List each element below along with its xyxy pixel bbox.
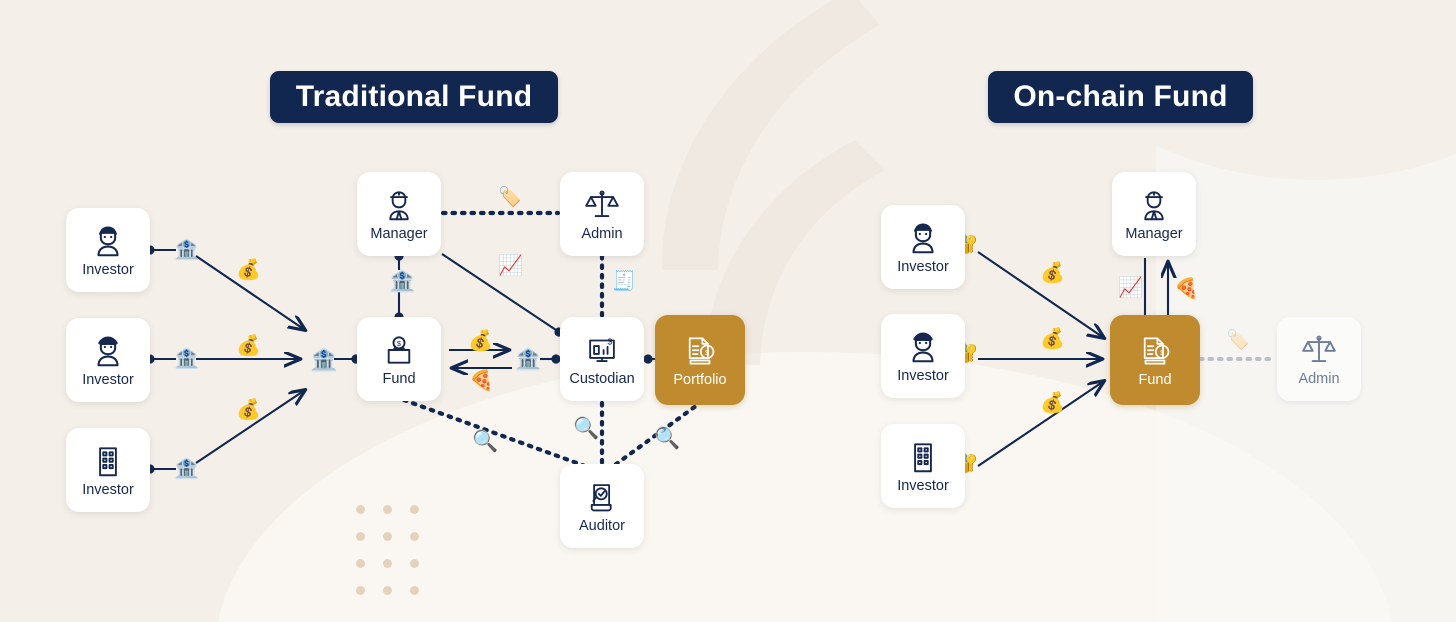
- node-investor-right-3[interactable]: Investor: [881, 424, 965, 508]
- node-investor-right-1-label: Investor: [897, 259, 949, 276]
- node-custodian-label: Custodian: [569, 371, 635, 388]
- node-investor-3[interactable]: Investor: [66, 428, 150, 512]
- node-investor-3-label: Investor: [82, 482, 134, 499]
- scales-icon: [585, 190, 619, 218]
- bank-hub-emoji: 🏦: [310, 347, 338, 372]
- node-admin-left[interactable]: Admin: [560, 172, 644, 256]
- node-admin-left-label: Admin: [581, 226, 623, 243]
- node-fund-right-label: Fund: [1138, 372, 1172, 389]
- pizza-emoji: 🍕: [1174, 278, 1199, 300]
- magnifying-glass-emoji: 🔍: [472, 430, 499, 453]
- node-manager-right-label: Manager: [1125, 226, 1183, 243]
- diagram-canvas: Traditional Fund Investor Investor Inves…: [0, 0, 1456, 622]
- person-icon: [97, 226, 119, 257]
- person-icon: [97, 336, 119, 367]
- portfolio-icon: $: [1143, 337, 1170, 365]
- building-icon: [914, 443, 932, 473]
- panel-title-onchain-label: On-chain Fund: [1013, 80, 1228, 113]
- node-investor-right-1[interactable]: Investor: [881, 205, 965, 289]
- svg-text:$: $: [705, 349, 709, 357]
- bank-emoji: 🏦: [174, 458, 199, 480]
- monitor-chart-icon: $: [589, 337, 615, 363]
- node-manager-right[interactable]: Manager: [1112, 172, 1196, 256]
- manager-icon: [1144, 191, 1164, 221]
- node-investor-1-label: Investor: [82, 262, 134, 279]
- bank-emoji: 🏦: [389, 270, 416, 293]
- receipt-emoji: 🧾: [612, 271, 636, 292]
- bank-emoji: 🏦: [515, 348, 542, 371]
- money-bag-emoji: 💰: [1040, 262, 1065, 284]
- node-investor-2[interactable]: Investor: [66, 318, 150, 402]
- portfolio-icon: $: [688, 337, 715, 365]
- node-admin-right-label: Admin: [1298, 371, 1340, 388]
- svg-text:$: $: [397, 340, 401, 348]
- bank-emoji: 🏦: [174, 348, 199, 370]
- fund-box-icon: $: [387, 336, 411, 364]
- magnifying-glass-emoji: 🔍: [654, 427, 681, 450]
- node-fund-right[interactable]: $ Fund: [1110, 315, 1200, 405]
- node-auditor-label: Auditor: [579, 518, 625, 535]
- node-portfolio-label: Portfolio: [673, 372, 727, 389]
- node-admin-right[interactable]: Admin: [1277, 317, 1361, 401]
- node-fund-left[interactable]: $ Fund: [357, 317, 441, 401]
- scales-icon: [1302, 335, 1336, 363]
- money-bag-emoji: 💰: [236, 259, 261, 281]
- svg-text:$: $: [1160, 349, 1164, 357]
- money-bag-emoji: 💰: [236, 335, 261, 357]
- label-tag-emoji: 🏷️: [498, 187, 522, 208]
- person-icon: [912, 332, 934, 363]
- chart-increasing-emoji: 📈: [1118, 277, 1143, 299]
- money-bag-emoji: 💰: [1040, 392, 1065, 414]
- node-manager-left[interactable]: Manager: [357, 172, 441, 256]
- node-investor-right-2[interactable]: Investor: [881, 314, 965, 398]
- bank-emoji: 🏦: [174, 239, 199, 261]
- panel-title-traditional-label: Traditional Fund: [295, 80, 533, 113]
- node-portfolio[interactable]: $ Portfolio: [655, 315, 745, 405]
- panel-title-traditional: Traditional Fund: [270, 71, 558, 123]
- person-icon: [912, 223, 934, 254]
- label-tag-emoji: 🏷️: [1226, 330, 1250, 351]
- building-icon: [99, 447, 117, 477]
- chart-increasing-emoji: 📈: [498, 255, 523, 277]
- node-custodian[interactable]: $ Custodian: [560, 317, 644, 401]
- node-fund-left-label: Fund: [382, 371, 416, 388]
- magnifying-glass-emoji: 🔍: [573, 417, 600, 440]
- node-investor-right-3-label: Investor: [897, 478, 949, 495]
- auditor-icon: [590, 484, 612, 512]
- panel-title-onchain: On-chain Fund: [988, 71, 1253, 123]
- money-bag-emoji: 💰: [468, 330, 493, 352]
- money-bag-emoji: 💰: [1040, 328, 1065, 350]
- pizza-emoji: 🍕: [469, 370, 494, 392]
- node-manager-left-label: Manager: [370, 226, 428, 243]
- manager-icon: [389, 191, 409, 221]
- svg-text:$: $: [607, 337, 612, 347]
- node-investor-1[interactable]: Investor: [66, 208, 150, 292]
- node-investor-2-label: Investor: [82, 372, 134, 389]
- money-bag-emoji: 💰: [236, 399, 261, 421]
- node-auditor[interactable]: Auditor: [560, 464, 644, 548]
- node-investor-right-2-label: Investor: [897, 368, 949, 385]
